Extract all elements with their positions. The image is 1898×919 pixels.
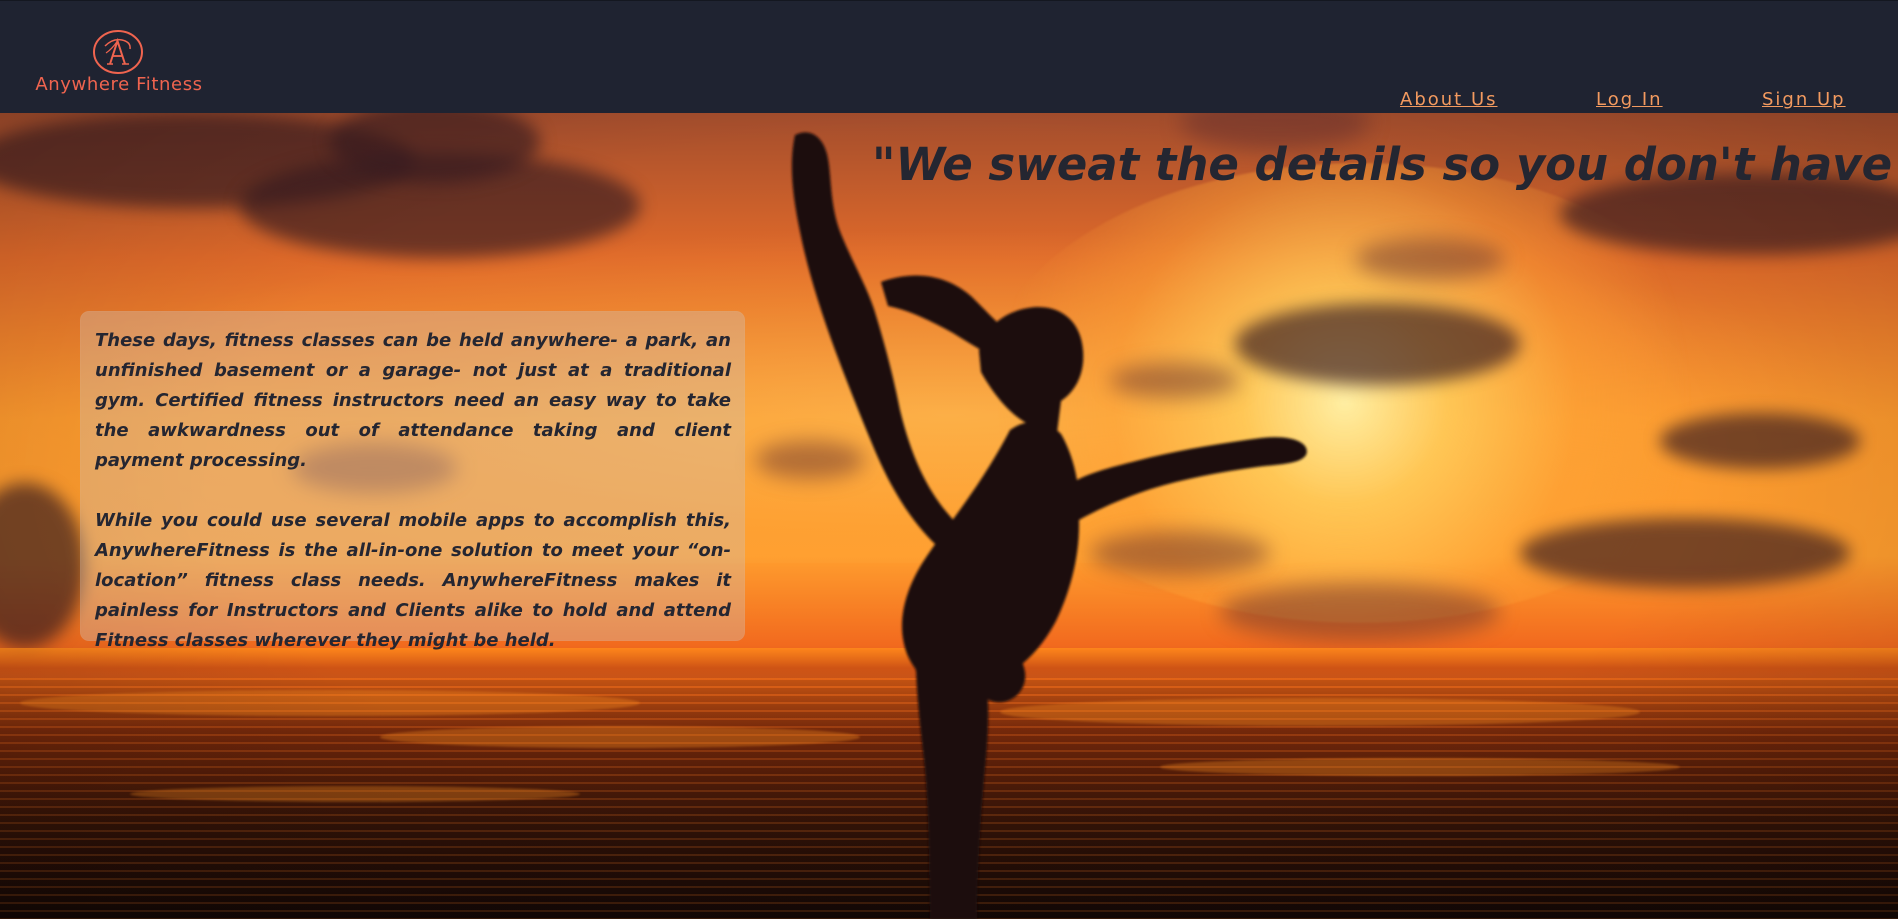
nav-sign-up-link[interactable]: Sign Up — [1762, 89, 1846, 113]
intro-paragraph: While you could use several mobile apps … — [95, 510, 731, 651]
nav-log-in-link[interactable]: Log In — [1596, 89, 1663, 113]
fitness-a-logo-icon — [93, 30, 143, 74]
landing-page: Anywhere Fitness About Us Log In Sign Up — [0, 0, 1898, 919]
intro-card: These days, fitness classes can be held … — [80, 311, 745, 651]
yoga-silhouette — [791, 132, 1307, 919]
site-header: Anywhere Fitness About Us Log In Sign Up — [0, 0, 1898, 113]
brand-home-link[interactable]: Anywhere Fitness — [30, 29, 208, 101]
cloud — [1660, 413, 1860, 469]
cloud — [1520, 518, 1850, 588]
brand-name: Anywhere Fitness — [35, 74, 203, 95]
sea-highlight — [130, 786, 580, 802]
sea-highlight — [20, 690, 640, 716]
hero-headline: "We sweat the details so you don't have … — [872, 138, 1898, 191]
cloud — [1355, 238, 1505, 280]
sunset-yoga-silhouette-image: "We sweat the details so you don't have … — [0, 113, 1898, 919]
nav-about-us-link[interactable]: About Us — [1400, 89, 1498, 113]
intro-paragraph: These days, fitness classes can be held … — [95, 330, 731, 471]
